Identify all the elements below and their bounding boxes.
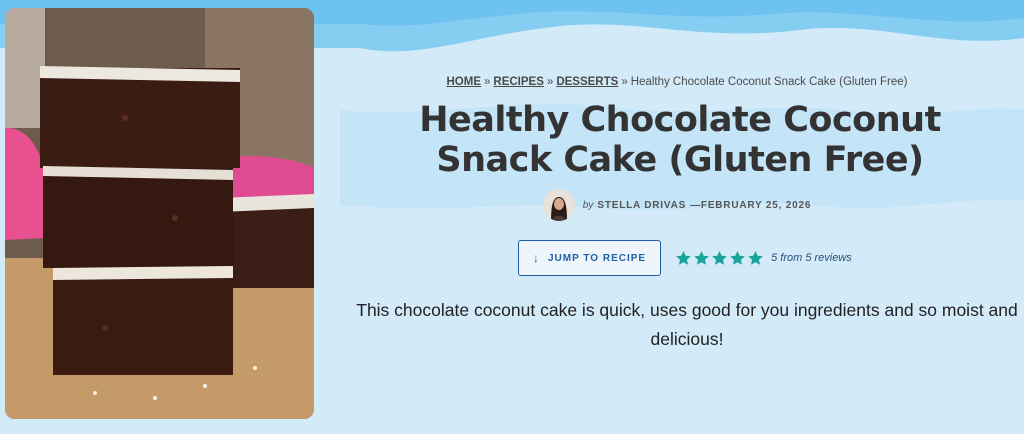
author-avatar[interactable] xyxy=(542,189,575,221)
jump-to-recipe-button[interactable]: ↓ JUMP TO RECIPE xyxy=(518,240,662,276)
breadcrumb-separator: » xyxy=(484,76,491,88)
breadcrumb-separator: » xyxy=(546,76,554,88)
star-icon xyxy=(748,250,763,265)
byline-by: by xyxy=(582,199,594,211)
date-prefix: — xyxy=(690,199,701,211)
breadcrumb-desserts-link[interactable]: DESSERTS xyxy=(556,76,618,88)
breadcrumb-current: Healthy Chocolate Coconut Snack Cake (Gl… xyxy=(630,76,908,88)
star-icon xyxy=(676,250,691,265)
rating-summary[interactable]: 5 from 5 reviews xyxy=(771,252,852,264)
breadcrumb-separator: » xyxy=(621,76,628,88)
star-icon xyxy=(712,250,727,265)
breadcrumb: HOME» RECIPES» DESSERTS» Healthy Chocolate … xyxy=(340,76,1014,88)
author-name[interactable]: STELLA DRIVAS xyxy=(597,200,686,211)
publish-date: FEBRUARY 25, 2026 xyxy=(700,199,812,211)
byline: by STELLA DRIVAS — FEBRUARY 25, 2026 xyxy=(340,189,1014,221)
recipe-summary: This chocolate coconut cake is quick, us… xyxy=(356,300,1018,349)
rating-stars[interactable] xyxy=(675,250,765,267)
breadcrumb-home-link[interactable]: HOME xyxy=(447,76,482,88)
breadcrumb-recipes-link[interactable]: RECIPES xyxy=(493,76,544,88)
cake-stack-illustration xyxy=(5,8,314,419)
page-title: Healthy Chocolate Coconut Snack Cake (Gl… xyxy=(419,100,941,180)
star-icon xyxy=(694,250,709,265)
post-header: HOME» RECIPES» DESSERTS» Healthy Chocolate … xyxy=(340,0,1024,434)
arrow-down-icon: ↓ xyxy=(533,251,540,265)
star-icon xyxy=(730,250,745,265)
action-row: ↓ JUMP TO RECIPE 5 from 5 reviews xyxy=(518,240,852,276)
jump-to-recipe-label: JUMP TO RECIPE xyxy=(548,252,647,264)
hero-photo xyxy=(5,8,314,419)
